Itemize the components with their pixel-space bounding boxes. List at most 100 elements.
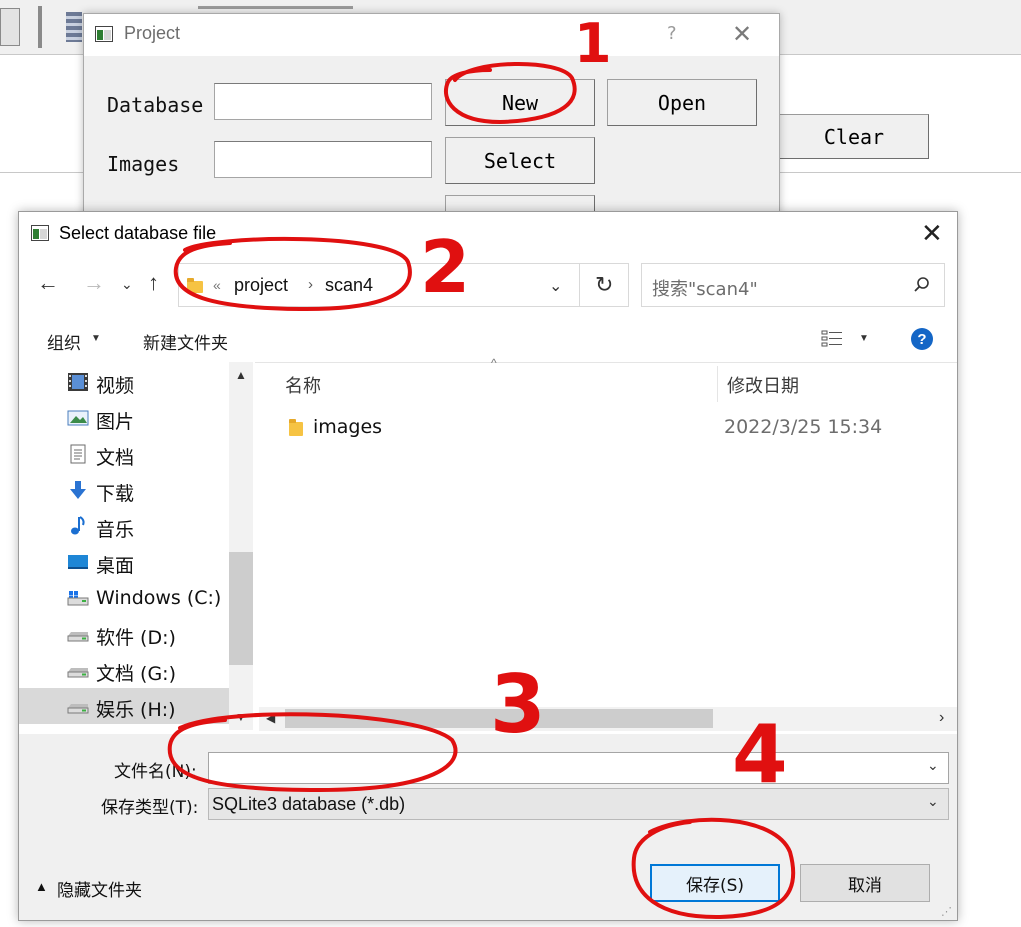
open-button[interactable]: Open [607,79,757,126]
filetype-value: SQLite3 database (*.db) [212,794,406,814]
nav-item-music[interactable]: 音乐 [19,508,229,544]
filename-label: 文件名(N): [114,762,197,782]
search-box[interactable]: 搜索"scan4" [641,263,945,307]
view-dropdown-icon[interactable]: ▼ [859,333,869,344]
new-folder-button[interactable]: 新建文件夹 [143,329,228,354]
command-bar: 组织 ▼ 新建文件夹 ▼ ? [19,316,957,362]
breadcrumb-scan4[interactable]: scan4 [325,275,373,296]
file-list-scrollbar[interactable]: ◀ › [259,707,957,731]
breadcrumb-separator-icon: › [308,276,313,293]
images-label: Images [107,152,180,176]
nav-item-pictures[interactable]: 图片 [19,400,229,436]
nav-item-label: 文档 (G:) [96,663,176,685]
video-icon [68,373,88,391]
nav-item-label: Windows (C:) [96,587,222,609]
search-input[interactable]: 搜索"scan4" [652,275,758,301]
save-button[interactable]: 保存(S) [650,864,780,902]
filetype-dropdown-icon[interactable]: ⌄ [927,793,939,810]
music-icon [71,516,85,535]
column-header-name[interactable]: 名称 [285,372,321,398]
column-divider[interactable] [717,366,718,402]
organize-dropdown-icon[interactable]: ▼ [91,333,101,344]
database-field[interactable] [214,83,432,120]
close-icon[interactable]: ✕ [921,218,943,249]
nav-item-drive-g[interactable]: 文档 (G:) [19,652,229,688]
navigation-scrollbar[interactable]: ▲ ▼ [229,362,253,730]
help-icon[interactable]: ? [667,23,677,44]
nav-item-label: 软件 (D:) [96,627,176,649]
back-icon[interactable]: ← [37,270,59,296]
up-icon[interactable]: ↑ [148,270,159,296]
nav-item-label: 图片 [96,411,135,433]
address-divider [579,264,580,306]
select-button[interactable]: Select [445,137,595,184]
filename-input[interactable]: ⌄ [208,752,949,784]
nav-item-drive-d[interactable]: 软件 (D:) [19,616,229,652]
nav-item-videos[interactable]: 视频 [19,364,229,400]
toolbar-grip-icon [38,6,42,48]
pictures-icon [67,410,89,426]
search-icon[interactable] [913,276,931,294]
nav-item-downloads[interactable]: 下载 [19,472,229,508]
filetype-select[interactable]: SQLite3 database (*.db) ⌄ [208,788,949,820]
view-options-icon[interactable] [821,330,843,348]
scroll-up-icon[interactable]: ▲ [235,368,247,382]
address-bar[interactable]: « project › scan4 ⌄ ↻ [178,263,629,307]
file-row[interactable]: images 2022/3/25 15:34 [281,410,931,444]
nav-item-label: 视频 [96,375,135,397]
resize-grip-icon[interactable]: ⋰ [941,905,952,918]
project-title-bar[interactable]: Project ? ✕ [84,14,779,56]
cancel-button[interactable]: 取消 [800,864,930,902]
nav-item-drive-c[interactable]: Windows (C:) [19,580,229,616]
recent-locations-chevron-icon[interactable]: ⌄ [121,276,133,293]
new-button[interactable]: New [445,79,595,126]
scroll-right-icon[interactable]: › [939,709,944,727]
app-window-icon [31,225,49,241]
folder-icon [187,278,203,293]
close-icon[interactable]: ✕ [732,20,752,48]
folder-icon [289,419,303,436]
column-header-date[interactable]: 修改日期 [727,372,799,398]
help-icon[interactable]: ? [910,327,934,351]
images-field[interactable] [214,141,432,178]
scroll-left-icon[interactable]: ◀ [266,711,275,725]
clear-button[interactable]: Clear [779,114,929,159]
filename-dropdown-icon[interactable]: ⌄ [927,757,939,774]
hide-folders-button[interactable]: 隐藏文件夹 [57,876,142,901]
toolbar-icon[interactable] [0,8,20,46]
project-dialog-title: Project [124,23,181,43]
breadcrumb-overflow-icon[interactable]: « [213,277,221,293]
scrollbar-thumb[interactable] [285,709,713,728]
nav-item-documents[interactable]: 文档 [19,436,229,472]
save-options-area: 文件名(N): ⌄ 保存类型(T): SQLite3 database (*.d… [19,734,957,920]
scroll-down-icon[interactable]: ▼ [235,710,247,724]
app-window-icon [95,26,113,42]
documents-icon [70,444,86,464]
database-label: Database [107,93,204,117]
desktop-icon [68,555,88,569]
nav-item-label: 娱乐 (H:) [96,699,176,721]
drive-icon [67,632,89,642]
forward-icon[interactable]: → [83,270,105,296]
breadcrumb-project[interactable]: project [234,275,288,296]
drive-icon [67,668,89,678]
select-database-dialog: Select database file ✕ ← → ⌄ ↑ « project… [18,211,958,921]
nav-item-label: 桌面 [96,555,135,577]
navigation-pane: 视频 图片 文档 下载 音乐 桌面 Windows (C:) 软件 (D:) 文… [19,362,255,730]
filetype-label: 保存类型(T): [101,798,199,818]
drive-icon [67,704,89,714]
address-dropdown-icon[interactable]: ⌄ [549,276,562,296]
nav-item-drive-h[interactable]: 娱乐 (H:) [19,688,229,724]
nav-item-label: 文档 [96,447,135,469]
refresh-icon[interactable]: ↻ [595,272,613,298]
file-list: ^ 名称 修改日期 images 2022/3/25 15:34 [259,356,957,707]
chevron-up-icon[interactable]: ▲ [35,879,48,894]
scrollbar-thumb[interactable] [229,552,253,665]
table-icon[interactable] [66,12,82,42]
organize-menu[interactable]: 组织 [47,329,81,354]
nav-item-desktop[interactable]: 桌面 [19,544,229,580]
download-icon [70,481,86,499]
nav-item-label: 下载 [96,483,135,505]
project-dialog: Project ? ✕ Database New Open Images Sel… [83,13,780,225]
file-dialog-title: Select database file [59,223,217,243]
